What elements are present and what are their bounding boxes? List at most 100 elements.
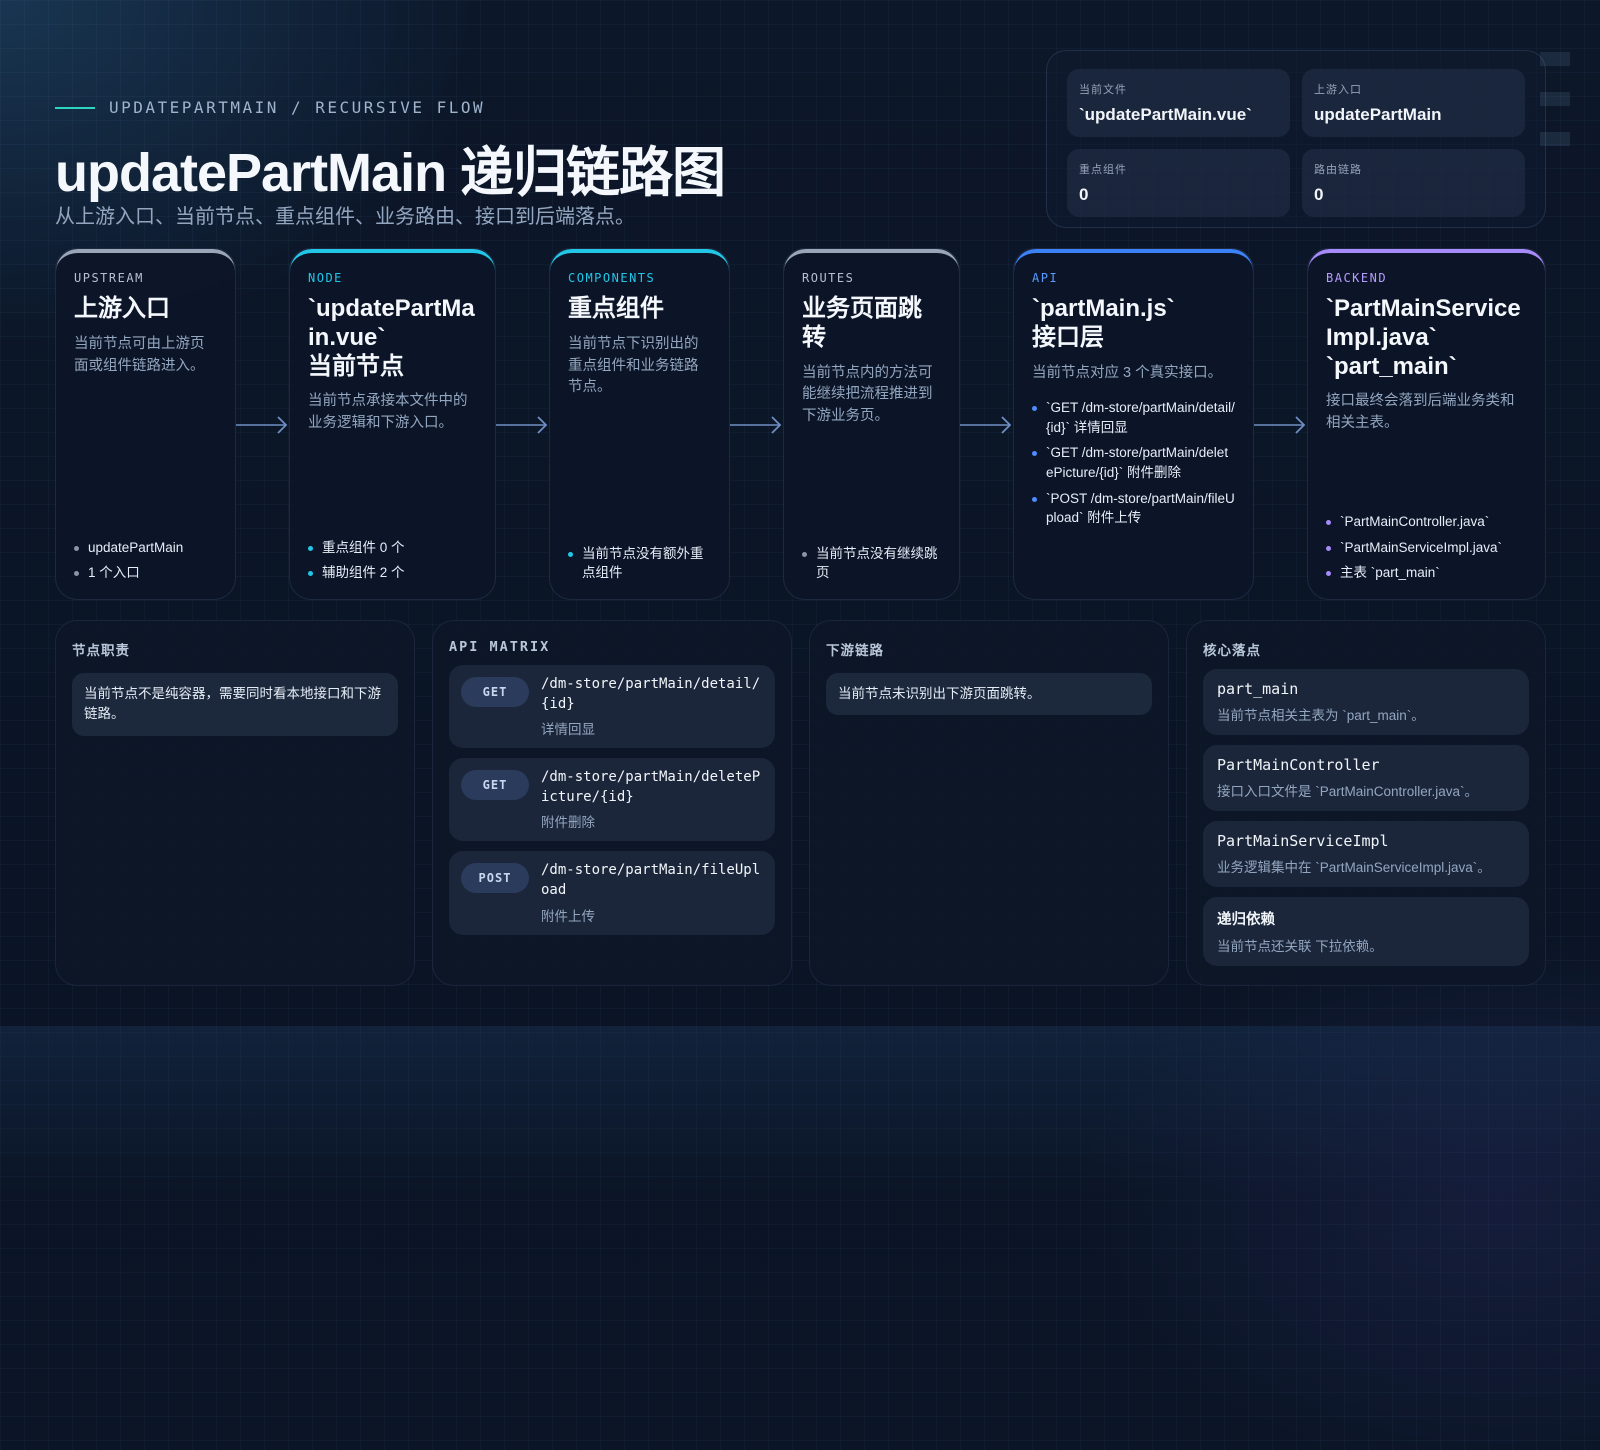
kicker-line: [55, 106, 95, 109]
flow-arrow-icon: [730, 416, 782, 434]
flow-arrow-icon: [496, 416, 548, 434]
core-name: part_main: [1217, 680, 1299, 698]
list-item: 当前节点没有额外重点组件: [568, 544, 715, 583]
info-label: 上游入口: [1314, 84, 1362, 96]
panel-downstream: 下游链路 当前节点未识别出下游页面跳转。: [809, 620, 1169, 986]
list-item: `GET /dm-store/partMain/deletePicture/{i…: [1032, 443, 1235, 482]
panel-core: 核心落点 part_main 当前节点相关主表为 `part_main`。 Pa…: [1186, 620, 1546, 986]
panel-title: API MATRIX: [449, 639, 551, 655]
card-list: 重点组件 0 个 辅助组件 2 个: [308, 532, 481, 583]
flow-card-components: COMPONENTS 重点组件 当前节点下识别出的重点组件和业务链路节点。 当前…: [549, 248, 730, 600]
card-desc: 当前节点承接本文件中的业务逻辑和下游入口。: [308, 393, 468, 432]
card-title: `PartMainServiceImpl.java` `part_main`: [1326, 295, 1521, 380]
list-item: `POST /dm-store/partMain/fileUpload` 附件上…: [1032, 489, 1235, 528]
duty-note: 当前节点不是纯容器，需要同时看本地接口和下游链路。: [72, 673, 398, 736]
api-path: /dm-store/partMain/deletePicture/{id}: [541, 769, 761, 805]
downstream-note: 当前节点未识别出下游页面跳转。: [826, 673, 1152, 716]
card-desc: 当前节点内的方法可能继续把流程推进到下游业务页。: [802, 364, 933, 425]
card-title: `updatePartMain.vue` 当前节点: [308, 295, 475, 380]
core-desc: 当前节点还关联 下拉依赖。: [1217, 939, 1383, 954]
card-tag: UPSTREAM: [74, 271, 144, 285]
card-title: 业务页面跳转: [802, 295, 922, 351]
core-desc: 当前节点相关主表为 `part_main`。: [1217, 708, 1425, 723]
card-desc: 当前节点下识别出的重点组件和业务链路节点。: [568, 335, 699, 396]
list-item: 当前节点没有继续跳页: [802, 544, 945, 583]
method-badge: GET: [461, 677, 529, 707]
side-decoration: [1540, 52, 1570, 172]
info-value: updatePartMain: [1314, 105, 1442, 124]
list-item: 1 个入口: [74, 563, 221, 583]
panel-title: 节点职责: [72, 643, 130, 658]
list-item: updatePartMain: [74, 538, 221, 558]
card-title: `partMain.js` 接口层: [1032, 295, 1175, 351]
lower-backdrop: [0, 1026, 1600, 1450]
core-name: 递归依赖: [1217, 912, 1275, 928]
flow-arrow-icon: [1254, 416, 1306, 434]
info-routes: 路由链路 0: [1302, 149, 1525, 217]
api-row: GET /dm-store/partMain/detail/{id} 详情回显: [449, 665, 775, 749]
core-name: PartMainController: [1217, 756, 1380, 774]
list-item: 重点组件 0 个: [308, 538, 481, 558]
page-subtitle: 从上游入口、当前节点、重点组件、业务路由、接口到后端落点。: [55, 206, 635, 228]
card-tag: COMPONENTS: [568, 271, 656, 285]
api-path: /dm-store/partMain/fileUpload: [541, 862, 761, 898]
card-list: 当前节点没有继续跳页: [802, 538, 945, 583]
method-badge: POST: [461, 863, 529, 894]
core-item: PartMainController 接口入口文件是 `PartMainCont…: [1203, 745, 1529, 811]
core-item: part_main 当前节点相关主表为 `part_main`。: [1203, 669, 1529, 735]
core-item: 递归依赖 当前节点还关联 下拉依赖。: [1203, 897, 1529, 966]
card-tag: ROUTES: [802, 271, 855, 285]
kicker-text: UPDATEPARTMAIN / RECURSIVE FLOW: [109, 98, 486, 117]
api-row: POST /dm-store/partMain/fileUpload 附件上传: [449, 851, 775, 935]
flow-card-node: NODE `updatePartMain.vue` 当前节点 当前节点承接本文件…: [289, 248, 496, 600]
list-item: 辅助组件 2 个: [308, 563, 481, 583]
core-name: PartMainServiceImpl: [1217, 832, 1389, 850]
panel-title: 核心落点: [1203, 643, 1261, 658]
kicker: UPDATEPARTMAIN / RECURSIVE FLOW: [55, 98, 485, 117]
card-desc: 当前节点对应 3 个真实接口。: [1032, 364, 1223, 381]
flow-card-backend: BACKEND `PartMainServiceImpl.java` `part…: [1307, 248, 1546, 600]
card-desc: 当前节点可由上游页面或组件链路进入。: [74, 335, 205, 374]
panel-api-matrix: API MATRIX GET /dm-store/partMain/detail…: [432, 620, 792, 986]
card-tag: API: [1032, 271, 1059, 285]
list-item: `GET /dm-store/partMain/detail/{id}` 详情回…: [1032, 398, 1235, 437]
info-value: 0: [1079, 185, 1089, 204]
api-path: /dm-store/partMain/detail/{id}: [541, 676, 761, 712]
api-row: GET /dm-store/partMain/deletePicture/{id…: [449, 758, 775, 842]
api-desc: 详情回显: [541, 722, 595, 738]
list-item: 主表 `part_main`: [1326, 563, 1531, 583]
api-desc: 附件上传: [541, 908, 595, 924]
info-label: 重点组件: [1079, 164, 1127, 176]
card-title: 重点组件: [568, 295, 664, 322]
panel-node-duty: 节点职责 当前节点不是纯容器，需要同时看本地接口和下游链路。: [55, 620, 415, 986]
card-desc: 接口最终会落到后端业务类和相关主表。: [1326, 393, 1515, 432]
info-panel: 当前文件 `updatePartMain.vue` 上游入口 updatePar…: [1046, 50, 1546, 228]
page-title: updatePartMain 递归链路图: [55, 143, 726, 203]
list-item: `PartMainController.java`: [1326, 512, 1531, 532]
info-upstream: 上游入口 updatePartMain: [1302, 69, 1525, 137]
api-desc: 附件删除: [541, 815, 595, 831]
flow-card-api: API `partMain.js` 接口层 当前节点对应 3 个真实接口。 `G…: [1013, 248, 1254, 600]
flow-card-routes: ROUTES 业务页面跳转 当前节点内的方法可能继续把流程推进到下游业务页。 当…: [783, 248, 960, 600]
core-desc: 业务逻辑集中在 `PartMainServiceImpl.java`。: [1217, 860, 1491, 875]
info-value: 0: [1314, 185, 1324, 204]
info-components: 重点组件 0: [1067, 149, 1290, 217]
card-list: `GET /dm-store/partMain/detail/{id}` 详情回…: [1032, 398, 1235, 527]
info-label: 当前文件: [1079, 84, 1127, 96]
card-list: 当前节点没有额外重点组件: [568, 538, 715, 583]
flow-arrow-icon: [236, 416, 288, 434]
info-label: 路由链路: [1314, 164, 1362, 176]
list-item: `PartMainServiceImpl.java`: [1326, 538, 1531, 558]
card-tag: BACKEND: [1326, 271, 1388, 285]
core-item: PartMainServiceImpl 业务逻辑集中在 `PartMainSer…: [1203, 821, 1529, 887]
info-value: `updatePartMain.vue`: [1079, 105, 1252, 124]
card-list: `PartMainController.java` `PartMainServi…: [1326, 506, 1531, 583]
card-tag: NODE: [308, 271, 343, 285]
flow-card-upstream: UPSTREAM 上游入口 当前节点可由上游页面或组件链路进入。 updateP…: [55, 248, 236, 600]
card-list: updatePartMain 1 个入口: [74, 532, 221, 583]
panel-title: 下游链路: [826, 643, 884, 658]
method-badge: GET: [461, 770, 529, 801]
card-title: 上游入口: [74, 295, 170, 322]
flow-arrow-icon: [960, 416, 1012, 434]
info-current-file: 当前文件 `updatePartMain.vue`: [1067, 69, 1290, 137]
